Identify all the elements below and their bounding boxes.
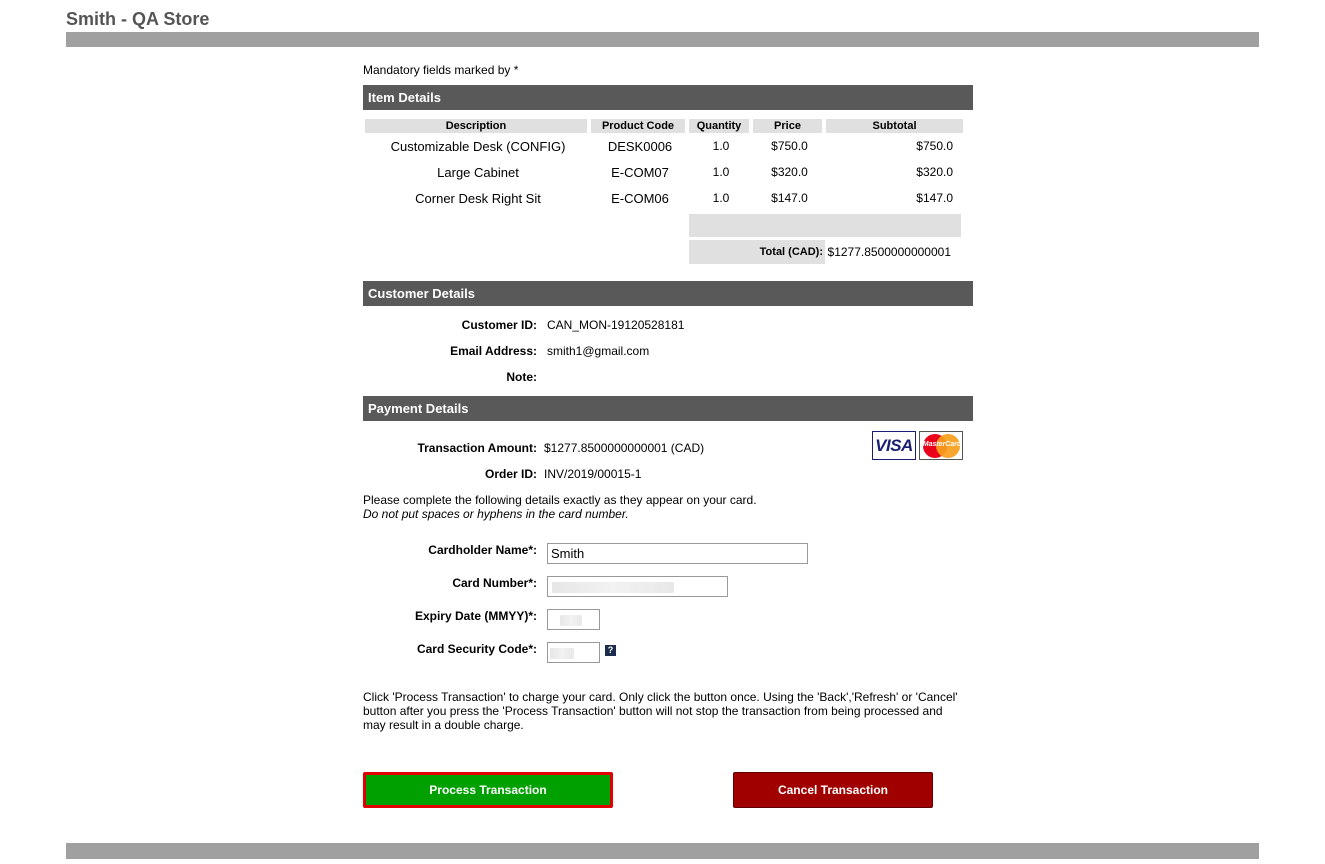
- item-quantity: 1.0: [712, 165, 730, 179]
- card-security-code-input[interactable]: [547, 642, 600, 663]
- total-value: $1277.8500000000001: [827, 245, 951, 259]
- mastercard-logo-icon: MasterCard: [919, 431, 963, 460]
- transaction-amount-value: $1277.8500000000001 (CAD): [544, 441, 705, 455]
- card-instructions: Please complete the following details ex…: [363, 493, 973, 521]
- item-price: $147.0: [771, 191, 808, 205]
- customer-details-heading: Customer Details: [363, 281, 973, 306]
- col-product-code: Product Code: [591, 119, 689, 133]
- items-table: Description Product Code Quantity Price …: [365, 119, 963, 211]
- header-bar: [66, 32, 1259, 47]
- items-header-row: Description Product Code Quantity Price …: [365, 119, 963, 133]
- item-details-heading: Item Details: [363, 85, 973, 110]
- note-label: Note:: [506, 370, 537, 384]
- footer-bar: [66, 843, 1259, 859]
- cardholder-name-input[interactable]: [547, 543, 808, 564]
- cancel-transaction-button[interactable]: Cancel Transaction: [733, 772, 933, 808]
- item-quantity: 1.0: [712, 139, 730, 153]
- card-number-label: Card Number*:: [452, 576, 537, 590]
- order-id-label: Order ID:: [484, 467, 537, 481]
- expiry-date-input[interactable]: [547, 609, 600, 630]
- item-subtotal: $147.0: [916, 191, 953, 205]
- item-quantity: 1.0: [712, 191, 730, 205]
- payment-details-heading: Payment Details: [363, 396, 973, 421]
- customer-id-value: CAN_MON-19120528181: [547, 318, 685, 332]
- masked-card-number: [552, 582, 674, 593]
- totals-spacer: [689, 214, 961, 237]
- table-row: Corner Desk Right Sit E-COM06 1.0 $147.0…: [365, 185, 963, 211]
- item-price: $750.0: [771, 139, 808, 153]
- table-row: Large Cabinet E-COM07 1.0 $320.0 $320.0: [365, 159, 963, 185]
- total-row: Total (CAD): $1277.8500000000001: [689, 240, 961, 264]
- process-transaction-button[interactable]: Process Transaction: [363, 772, 613, 808]
- col-quantity: Quantity: [689, 119, 753, 133]
- col-subtotal: Subtotal: [826, 119, 963, 133]
- card-number-input[interactable]: [547, 576, 728, 597]
- charge-notice: Click 'Process Transaction' to charge yo…: [363, 690, 958, 732]
- mandatory-note: Mandatory fields marked by *: [363, 63, 519, 77]
- masked-cvc: [550, 648, 574, 659]
- email-value: smith1@gmail.com: [547, 344, 650, 358]
- masked-expiry: [560, 615, 582, 626]
- transaction-amount-label: Transaction Amount:: [417, 441, 537, 455]
- item-code: E-COM06: [611, 190, 669, 206]
- help-icon[interactable]: ?: [605, 645, 616, 656]
- instructions-italic: Do not put spaces or hyphens in the card…: [363, 507, 629, 521]
- mastercard-logo-text: MasterCard: [922, 441, 962, 448]
- item-description: Corner Desk Right Sit: [415, 190, 541, 206]
- customer-id-label: Customer ID:: [461, 318, 537, 332]
- accepted-cards: VISA MasterCard: [872, 431, 963, 460]
- instructions-text: Please complete the following details ex…: [363, 493, 757, 507]
- email-label: Email Address:: [450, 344, 537, 358]
- item-subtotal: $750.0: [916, 139, 953, 153]
- item-code: DESK0006: [607, 138, 673, 154]
- item-code: E-COM07: [611, 164, 669, 180]
- visa-logo-icon: VISA: [872, 431, 916, 460]
- item-price: $320.0: [771, 165, 808, 179]
- cardholder-label: Cardholder Name*:: [428, 543, 537, 557]
- col-description: Description: [365, 119, 591, 133]
- cvc-label: Card Security Code*:: [416, 642, 537, 656]
- item-description: Customizable Desk (CONFIG): [390, 138, 566, 154]
- table-row: Customizable Desk (CONFIG) DESK0006 1.0 …: [365, 133, 963, 159]
- col-price: Price: [753, 119, 826, 133]
- total-label: Total (CAD):: [689, 240, 825, 264]
- item-subtotal: $320.0: [916, 165, 953, 179]
- expiry-label: Expiry Date (MMYY)*:: [414, 609, 537, 623]
- order-id-value: INV/2019/00015-1: [544, 467, 642, 481]
- store-title: Smith - QA Store: [66, 9, 210, 29]
- item-description: Large Cabinet: [437, 164, 519, 180]
